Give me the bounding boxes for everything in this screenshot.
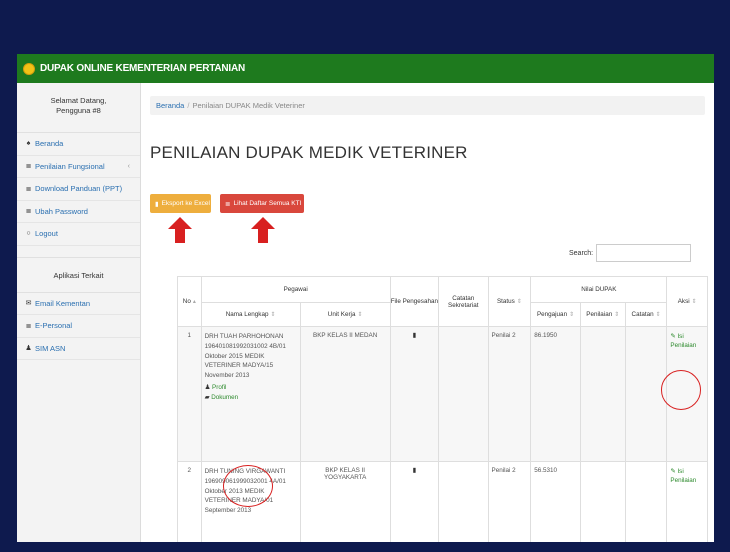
- col-pengajuan[interactable]: Pengajuan ⇕: [530, 302, 581, 327]
- folder-icon: ▰: [204, 393, 210, 401]
- export-excel-button[interactable]: ▮ Eksport ke Excel: [150, 194, 211, 213]
- sidebar-item-beranda[interactable]: ♠ Beranda: [17, 133, 140, 156]
- cell-nama: DRH TUAH PARHOHONAN 196401081992031002 4…: [200, 326, 301, 462]
- edit-icon: ✎: [670, 468, 676, 475]
- cell-aksi: ✎ Isi Penilaian: [666, 461, 708, 542]
- isi-penilaian-link[interactable]: ✎ Isi Penilaian: [670, 467, 704, 486]
- search-label: Search:: [569, 249, 594, 257]
- sidebar-item-label: Penilaian Fungsional: [35, 161, 105, 171]
- cell-pengajuan: 56.5310: [530, 461, 581, 542]
- sidebar-item-label: Download Panduan (PPT): [35, 184, 123, 194]
- list-icon: ≣: [25, 185, 32, 193]
- power-icon: ○: [26, 230, 31, 238]
- cell-file: ▮: [389, 326, 440, 462]
- app-window: DUPAK ONLINE KEMENTERIAN PERTANIAN Selam…: [17, 54, 714, 542]
- cell-no: 1: [177, 326, 202, 462]
- profil-link[interactable]: ♟ Profil: [205, 383, 297, 393]
- sidebar-item-label: Ubah Password: [35, 206, 88, 216]
- list-icon: ≣: [25, 208, 32, 216]
- col-catatan[interactable]: Catatan ⇕: [624, 302, 668, 327]
- sidebar-item-penilaian-fungsional[interactable]: ≣ Penilaian Fungsional ‹: [17, 156, 140, 178]
- export-excel-label: Eksport ke Excel: [161, 200, 210, 207]
- user-icon: ♟: [25, 345, 32, 353]
- main-content: Beranda / Penilaian DUPAK Medik Veterine…: [141, 83, 714, 542]
- col-penilaian[interactable]: Penilaian ⇕: [579, 302, 626, 327]
- sidebar-link-label: E-Personal: [35, 321, 73, 331]
- isi-penilaian-link[interactable]: ✎ Isi Penilaian: [670, 332, 704, 351]
- red-circle-annotation: [223, 465, 273, 507]
- cell-penilaian: [579, 326, 626, 462]
- list-icon: ≣: [25, 163, 32, 171]
- red-arrow-annotation: [251, 217, 275, 243]
- topbar: DUPAK ONLINE KEMENTERIAN PERTANIAN: [17, 54, 714, 83]
- cell-file: ▮: [389, 461, 440, 542]
- cell-unit: BKP KELAS II MEDAN: [299, 326, 391, 462]
- cell-unit: BKP KELAS II YOGYAKARTA: [299, 461, 391, 542]
- sidebar-link-sim-asn[interactable]: ♟ SIM ASN: [17, 338, 140, 360]
- cell-catatan-sekretariat: [438, 461, 489, 542]
- email-icon: ✉: [25, 300, 32, 308]
- col-group-pegawai: Pegawai: [200, 276, 391, 303]
- view-all-kti-button[interactable]: ≣ Lihat Daftar Semua KTI: [220, 194, 304, 213]
- sidebar-item-label: Logout: [35, 229, 58, 239]
- col-no[interactable]: No ▴: [177, 276, 202, 327]
- red-arrow-annotation: [168, 217, 192, 243]
- cell-status: Penilai 2: [487, 461, 532, 542]
- cell-pengajuan: 86.1950: [530, 326, 581, 462]
- breadcrumb-current: Penilaian DUPAK Medik Veteriner: [192, 101, 305, 110]
- col-unit-kerja[interactable]: Unit Kerja ⇕: [299, 302, 391, 327]
- view-all-kti-label: Lihat Daftar Semua KTI: [233, 200, 302, 207]
- home-icon: ♠: [26, 140, 31, 148]
- sidebar-item-download-panduan[interactable]: ≣ Download Panduan (PPT): [17, 178, 140, 201]
- sidebar: Selamat Datang, Pengguna #8 ♠ Beranda ≣ …: [17, 83, 141, 542]
- app-title: DUPAK ONLINE KEMENTERIAN PERTANIAN: [40, 63, 246, 74]
- page-title: PENILAIAN DUPAK MEDIK VETERINER: [150, 143, 468, 162]
- sidebar-item-ubah-password[interactable]: ≣ Ubah Password: [17, 201, 140, 223]
- cell-catatan-sekretariat: [438, 326, 489, 462]
- sidebar-link-email[interactable]: ✉ Email Kementan: [17, 293, 140, 315]
- logo-icon: [23, 62, 35, 75]
- list-icon: ≣: [25, 322, 32, 330]
- file-download-icon[interactable]: ▮: [413, 467, 416, 474]
- user-name: Pengguna #8: [56, 106, 101, 116]
- breadcrumb-separator: /: [187, 101, 190, 110]
- cell-penilaian: [579, 461, 626, 542]
- sidebar-link-epersonal[interactable]: ≣ E-Personal: [17, 315, 140, 338]
- search-box: Search:: [569, 244, 692, 262]
- table-row: 1 DRH TUAH PARHOHONAN 196401081992031002…: [177, 326, 708, 462]
- chevron-left-icon: ‹: [127, 162, 130, 170]
- sidebar-item-label: Beranda: [35, 139, 64, 149]
- col-status[interactable]: Status ⇕: [487, 276, 532, 327]
- welcome-box: Selamat Datang, Pengguna #8: [17, 83, 140, 133]
- col-catatan-sekretariat[interactable]: Catatan Sekretariat: [438, 276, 489, 327]
- cell-catatan: [624, 461, 668, 542]
- sidebar-item-logout[interactable]: ○ Logout: [17, 223, 140, 246]
- employee-name: DRH TUAH PARHOHONAN 196401081992031002 4…: [204, 333, 286, 379]
- col-group-nilai-dupak: Nilai DUPAK: [530, 276, 668, 303]
- col-file-pengesahan[interactable]: File Pengesahan: [389, 276, 440, 327]
- search-input[interactable]: [596, 244, 692, 262]
- list-icon: ≣: [225, 200, 231, 208]
- breadcrumb: Beranda / Penilaian DUPAK Medik Veterine…: [150, 96, 705, 115]
- sidebar-link-label: SIM ASN: [35, 343, 66, 353]
- col-nama-lengkap[interactable]: Nama Lengkap ⇕: [200, 302, 301, 327]
- dokumen-link[interactable]: ▰ Dokumen: [205, 393, 297, 403]
- related-apps-heading: Aplikasi Terkait: [17, 256, 140, 293]
- user-icon: ♟: [204, 383, 211, 391]
- file-download-icon[interactable]: ▮: [413, 332, 416, 339]
- col-aksi[interactable]: Aksi ⇕: [666, 276, 708, 327]
- cell-status: Penilai 2: [487, 326, 532, 462]
- red-circle-annotation: [661, 370, 701, 410]
- sidebar-link-label: Email Kementan: [35, 298, 91, 308]
- cell-no: 2: [177, 461, 202, 542]
- welcome-text: Selamat Datang,: [50, 96, 107, 105]
- file-icon: ▮: [155, 200, 159, 208]
- edit-icon: ✎: [670, 333, 676, 340]
- breadcrumb-home-link[interactable]: Beranda: [156, 101, 184, 110]
